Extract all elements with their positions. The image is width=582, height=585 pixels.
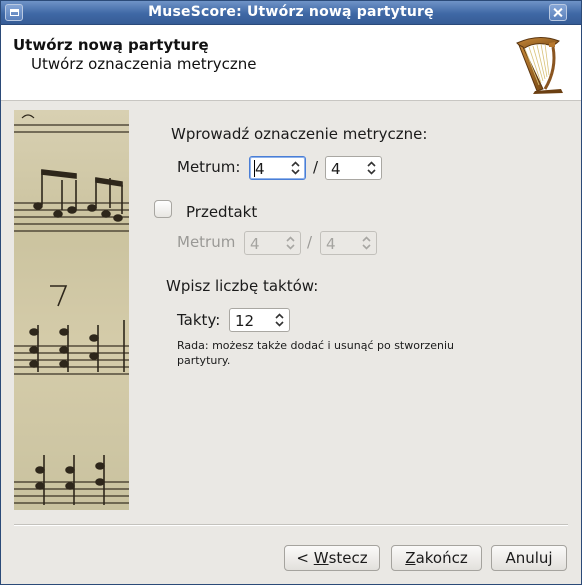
cancel-button[interactable]: Anuluj bbox=[491, 545, 567, 571]
finish-button[interactable]: Zakończ bbox=[391, 545, 482, 571]
meter-denominator-spinbox[interactable]: 4 bbox=[325, 156, 382, 180]
measures-label: Takty: bbox=[177, 311, 221, 329]
spin-arrows-icon[interactable] bbox=[274, 312, 285, 328]
measures-spinbox[interactable]: 12 bbox=[229, 308, 290, 332]
pickup-meter-label: Metrum bbox=[177, 233, 236, 251]
close-icon[interactable] bbox=[549, 4, 567, 21]
measures-value: 12 bbox=[235, 312, 255, 330]
back-button-mnemonic: W bbox=[313, 549, 329, 567]
measures-heading: Wpisz liczbę taktów: bbox=[166, 277, 319, 295]
meter-numerator-value: 4 bbox=[255, 160, 265, 178]
pickup-denominator-value: 4 bbox=[326, 235, 336, 253]
pickup-denominator-spinbox: 4 bbox=[320, 231, 377, 255]
text-cursor bbox=[254, 160, 255, 177]
meter-numerator-spinbox[interactable]: 4 bbox=[249, 156, 306, 180]
sheet-music-banner bbox=[14, 110, 129, 510]
hint-text: Rada: możesz także dodać i usunąć po stw… bbox=[177, 339, 455, 367]
time-signature-heading: Wprowadź oznaczenie metryczne: bbox=[171, 125, 428, 143]
wizard-header: Utwórz nową partyturę Utwórz oznaczenia … bbox=[1, 25, 581, 101]
wizard-window: MuseScore: Utwórz nową partyturę Utwórz … bbox=[0, 0, 582, 585]
pickup-separator: / bbox=[307, 233, 313, 251]
back-button[interactable]: < Wstecz bbox=[284, 545, 380, 571]
spin-arrows-icon bbox=[361, 235, 372, 251]
window-title: MuseScore: Utwórz nową partyturę bbox=[148, 4, 434, 20]
footer-separator bbox=[14, 524, 568, 526]
page-subtitle: Utwórz oznaczenia metryczne bbox=[31, 55, 257, 73]
page-title: Utwórz nową partyturę bbox=[13, 36, 209, 54]
finish-button-mnemonic: Z bbox=[405, 549, 416, 567]
pickup-numerator-value: 4 bbox=[250, 235, 260, 253]
spin-arrows-icon[interactable] bbox=[366, 160, 377, 176]
meter-denominator-value: 4 bbox=[331, 160, 341, 178]
title-bar[interactable]: MuseScore: Utwórz nową partyturę bbox=[1, 1, 581, 25]
back-button-prefix: < bbox=[296, 549, 314, 567]
meter-label: Metrum: bbox=[177, 158, 241, 176]
pickup-checkbox[interactable] bbox=[154, 200, 172, 218]
pickup-numerator-spinbox: 4 bbox=[244, 231, 301, 255]
spin-arrows-icon[interactable] bbox=[290, 160, 301, 176]
finish-button-rest: akończ bbox=[415, 549, 468, 567]
spin-arrows-icon bbox=[285, 235, 296, 251]
meter-separator: / bbox=[313, 158, 319, 176]
pickup-label: Przedtakt bbox=[186, 203, 258, 221]
harp-logo-icon bbox=[516, 37, 563, 94]
back-button-rest: stecz bbox=[328, 549, 368, 567]
sheet-music-image bbox=[14, 114, 129, 505]
